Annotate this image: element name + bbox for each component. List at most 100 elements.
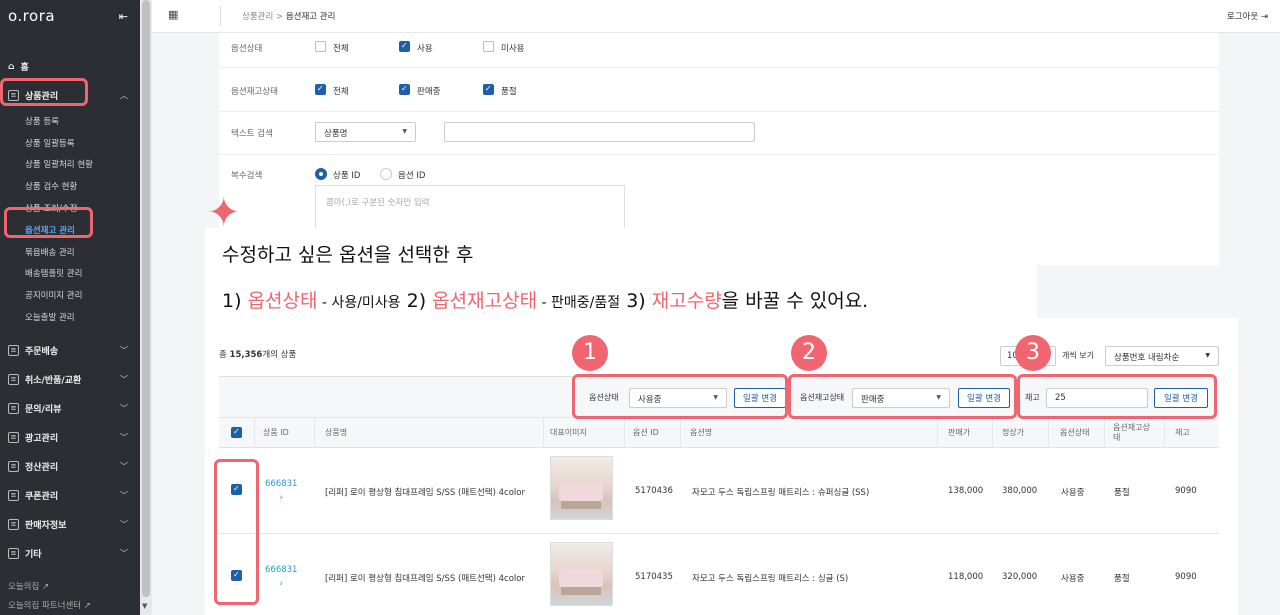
document-icon: ≡ xyxy=(8,518,19,530)
sort-select[interactable]: 상품번호 내림차순 ▼ xyxy=(1105,346,1219,366)
instruction-line-2: 1) 옵션상태 - 사용/미사용 2) 옵션재고상태 - 판매중/품절 3) 재… xyxy=(222,286,868,313)
table-row[interactable]: 666831 › [리퍼] 로이 평상형 침대프레임 S/SS (매트선택) 4c… xyxy=(219,534,1219,615)
list-price: 320,000 xyxy=(1002,572,1038,582)
col-header-option-status: 옵션상태 xyxy=(1060,428,1090,437)
sidebar-sub-shipping-template[interactable]: 배송템플릿 관리 xyxy=(0,263,140,285)
footer-link-label: 오늘의집 파트너센터 xyxy=(8,601,82,611)
breadcrumb-current: 옵션재고 관리 xyxy=(285,12,336,22)
chevron-down-icon: ﹀ xyxy=(120,432,128,442)
instruction-desc: - 사용/미사용 xyxy=(317,295,401,311)
price: 118,000 xyxy=(948,572,984,582)
select-all-checkbox[interactable] xyxy=(231,427,242,438)
col-header-stock-status: 옵션재고상 태 xyxy=(1113,423,1150,442)
sidebar-item-returns[interactable]: ≡ 취소/반품/교환 ﹀ xyxy=(0,365,140,394)
sidebar-item-label: 판매자정보 xyxy=(25,520,67,531)
external-link-icon: ↗ xyxy=(41,582,50,592)
product-id-link[interactable]: 666831 › xyxy=(265,477,297,505)
highlight-bulk-stock xyxy=(1017,374,1217,419)
menu-grid-icon[interactable]: ▦ xyxy=(168,8,178,21)
sidebar-item-ads[interactable]: ≡ 광고관리 ﹀ xyxy=(0,423,140,452)
option-status-unused-checkbox[interactable] xyxy=(483,41,494,52)
sidebar-collapse-icon[interactable]: ⇤ xyxy=(119,10,128,23)
stock-status-selling-checkbox[interactable] xyxy=(399,84,410,95)
sidebar-item-label: 홈 xyxy=(20,63,29,73)
document-icon: ≡ xyxy=(8,402,19,414)
caret-down-icon: ▼ xyxy=(402,128,407,135)
filter-row-text-search: 텍스트 검색 상품명 ▼ xyxy=(219,112,1219,155)
filter-label: 텍스트 검색 xyxy=(231,129,273,139)
footer-link-ohouse[interactable]: 오늘의집 ↗ xyxy=(8,578,91,597)
step-badge-1: 1 xyxy=(572,335,608,371)
chevron-right-icon: › xyxy=(279,493,283,503)
filter-row-stock-status: 옵션재고상태 전체 판매중 품절 xyxy=(219,68,1219,112)
multi-search-option-id-radio[interactable] xyxy=(380,168,392,180)
document-icon: ≡ xyxy=(8,344,19,356)
sidebar-sub-notice-image[interactable]: 공지이미지 관리 xyxy=(0,284,140,306)
count-value: 15,356 xyxy=(229,350,263,360)
highlight-bulk-option-status xyxy=(572,374,788,419)
text-search-input[interactable] xyxy=(444,122,755,142)
logout-button[interactable]: 로그아웃 ⇥ xyxy=(1227,10,1268,22)
chevron-down-icon: ﹀ xyxy=(120,548,128,558)
breadcrumb: 상품관리 > 옵션재고 관리 xyxy=(242,10,335,22)
sidebar-item-seller-info[interactable]: ≡ 판매자정보 ﹀ xyxy=(0,510,140,539)
sidebar-item-inquiries[interactable]: ≡ 문의/리뷰 ﹀ xyxy=(0,394,140,423)
logout-label: 로그아웃 xyxy=(1226,12,1259,22)
sidebar-sub-product-register[interactable]: 상품 등록 xyxy=(0,110,140,132)
sidebar-sub-bulk-status[interactable]: 상품 일괄처리 현황 xyxy=(0,154,140,176)
stock-status-all-checkbox[interactable] xyxy=(315,84,326,95)
sidebar-item-label: 주문배송 xyxy=(25,346,59,357)
chevron-down-icon: ﹀ xyxy=(120,490,128,500)
sidebar-item-label: 취소/반품/교환 xyxy=(25,375,82,386)
highlight-option-stock-menu xyxy=(4,207,93,238)
breadcrumb-separator: > xyxy=(275,12,284,22)
multi-search-product-id-radio[interactable] xyxy=(315,168,327,180)
logout-icon: ⇥ xyxy=(1260,12,1268,22)
scroll-down-arrow-icon[interactable]: ▼ xyxy=(142,602,147,610)
topbar-divider xyxy=(220,6,221,26)
sidebar-sub-inspection[interactable]: 상품 검수 현황 xyxy=(0,175,140,197)
sidebar-sub-bulk-register[interactable]: 상품 일괄등록 xyxy=(0,132,140,154)
table-row[interactable]: 666831 › [리퍼] 로이 평상형 침대프레임 S/SS (매트선택) 4c… xyxy=(219,448,1219,534)
stock-status-soldout-checkbox[interactable] xyxy=(483,84,494,95)
sidebar-item-home[interactable]: ⌂ 홈 xyxy=(0,52,140,81)
option-status-use-checkbox[interactable] xyxy=(399,41,410,52)
product-thumbnail[interactable] xyxy=(550,456,613,520)
checkbox-label: 사용 xyxy=(417,44,433,54)
chevron-down-icon: ﹀ xyxy=(120,461,128,471)
product-thumbnail[interactable] xyxy=(550,542,613,606)
sidebar-sub-bundle-shipping[interactable]: 묶음배송 관리 xyxy=(0,241,140,263)
sidebar-scroll-thumb[interactable] xyxy=(142,0,150,597)
instruction-line-1: 수정하고 싶은 옵션을 선택한 후 xyxy=(222,244,474,266)
sidebar-item-coupons[interactable]: ≡ 쿠폰관리 ﹀ xyxy=(0,481,140,510)
product-id: 666831 xyxy=(265,479,298,489)
sidebar-item-orders[interactable]: ≡ 주문배송 ﹀ xyxy=(0,336,140,365)
instruction-desc: - 판매중/품절 xyxy=(537,295,621,311)
document-icon: ≡ xyxy=(8,373,19,385)
text-search-select[interactable]: 상품명 ▼ xyxy=(315,122,416,142)
highlight-product-mgmt xyxy=(0,78,88,106)
footer-link-label: 오늘의집 xyxy=(8,582,40,592)
instruction-overlay: 수정하고 싶은 옵션을 선택한 후 1) 옵션상태 - 사용/미사용 2) 옵션… xyxy=(205,228,1037,318)
sidebar-item-settlement[interactable]: ≡ 정산관리 ﹀ xyxy=(0,452,140,481)
sidebar-item-label: 광고관리 xyxy=(25,433,59,444)
footer-link-partner[interactable]: 오늘의집 파트너센터 ↗ xyxy=(8,597,91,615)
breadcrumb-parent[interactable]: 상품관리 xyxy=(242,12,273,22)
highlight-row-checkboxes xyxy=(214,459,259,605)
checkbox-label: 판매중 xyxy=(417,87,441,97)
stock-status: 품절 xyxy=(1114,574,1130,584)
chevron-down-icon: ﹀ xyxy=(120,374,128,384)
sidebar-item-label: 문의/리뷰 xyxy=(25,404,62,415)
filter-label: 복수검색 xyxy=(231,171,263,181)
external-link-icon: ↗ xyxy=(83,601,91,611)
document-icon: ≡ xyxy=(8,431,19,443)
instruction-num: 3) xyxy=(626,290,646,312)
option-status-all-checkbox[interactable] xyxy=(315,41,326,52)
product-id-link[interactable]: 666831 › xyxy=(265,563,297,591)
sidebar-item-etc[interactable]: ≡ 기타 ﹀ xyxy=(0,539,140,568)
chevron-up-icon: ︿ xyxy=(120,91,128,100)
logo[interactable]: o.rora xyxy=(8,7,55,25)
sidebar-sub-today-departure[interactable]: 오늘출발 관리 xyxy=(0,306,140,328)
textarea-placeholder: 콤마(,)로 구분된 숫자만 입력 xyxy=(326,198,430,208)
filter-label: 옵션재고상태 xyxy=(231,87,278,97)
